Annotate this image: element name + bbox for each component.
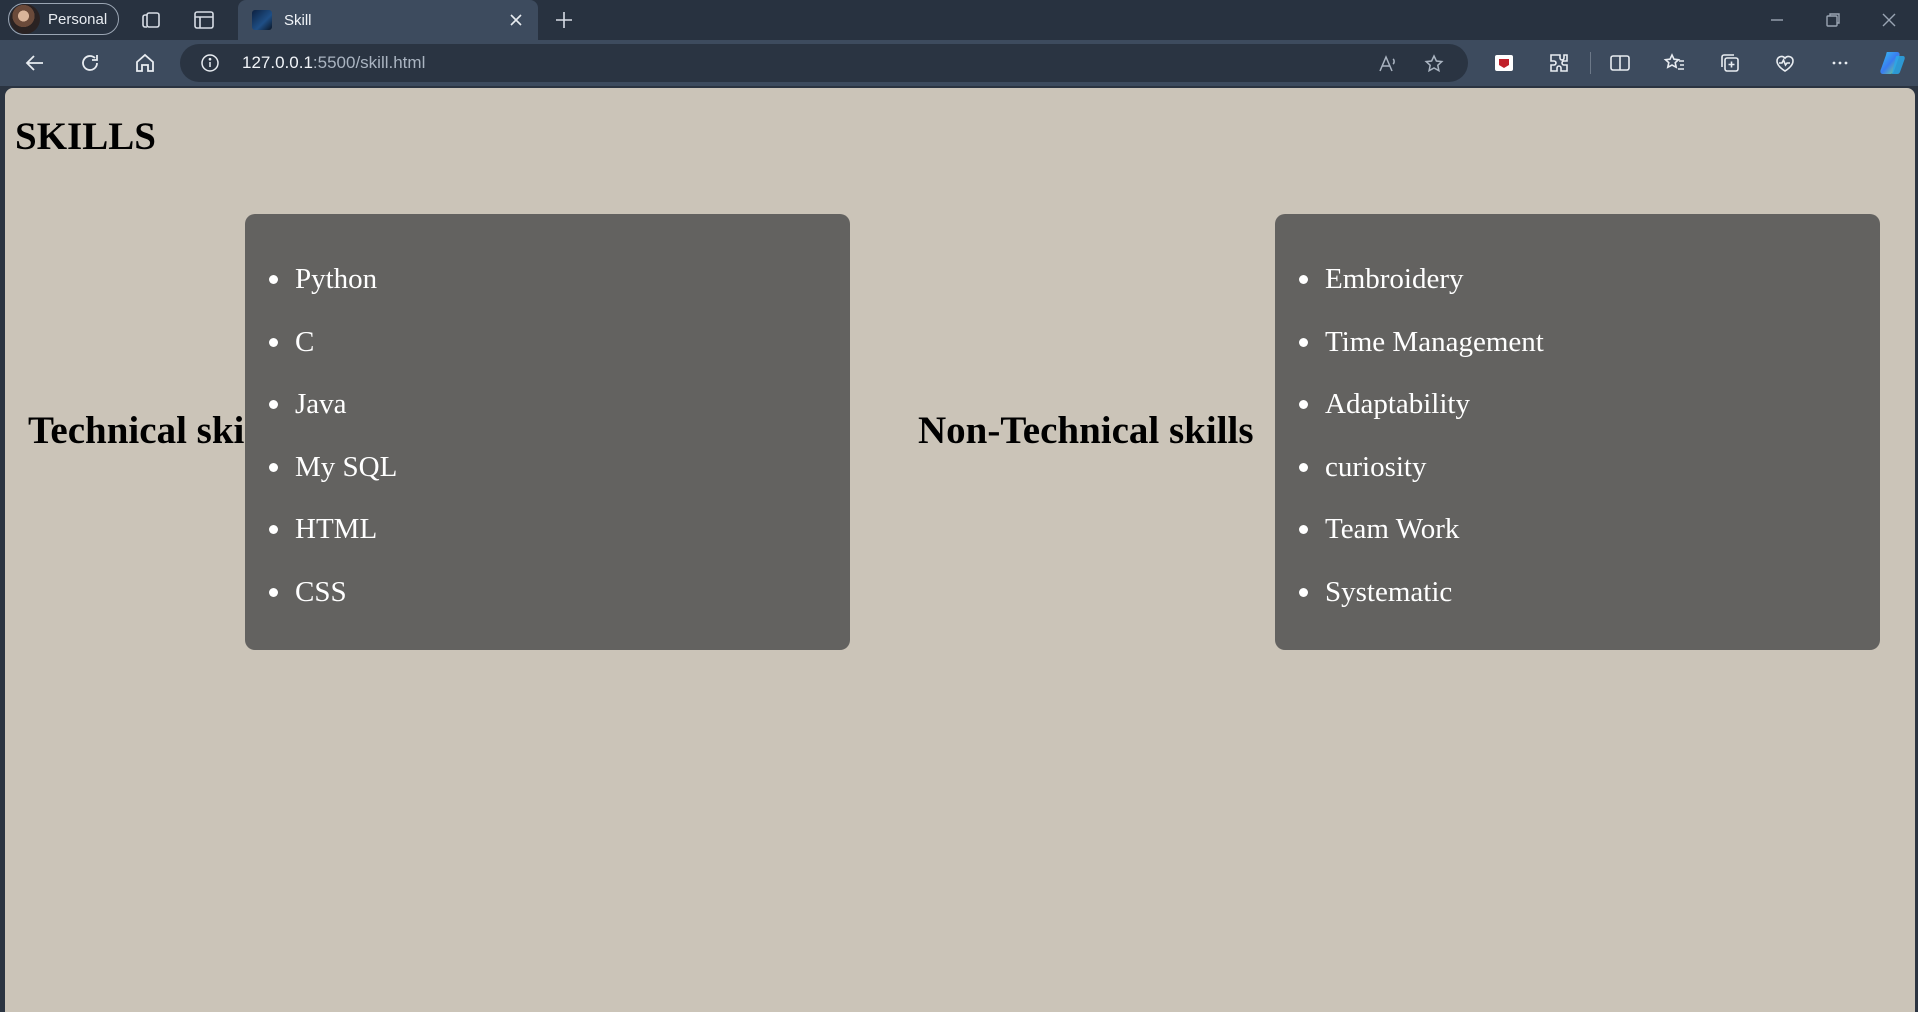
profile-label: Personal — [48, 10, 108, 28]
list-item: My SQL — [269, 436, 850, 499]
tab-title: Skill — [284, 11, 312, 29]
page-content: SKILLS Technical skills Python C Java My… — [5, 88, 1915, 1012]
url-host: 127.0.0.1 — [242, 53, 313, 72]
copilot-icon[interactable] — [1878, 48, 1908, 78]
list-item: Team Work — [1299, 498, 1880, 561]
refresh-icon[interactable] — [78, 51, 102, 75]
url-text[interactable]: 127.0.0.1:5500/skill.html — [242, 44, 425, 82]
back-icon[interactable] — [23, 51, 47, 75]
home-icon[interactable] — [133, 51, 157, 75]
list-item: Time Management — [1299, 311, 1880, 374]
vertical-tabs-icon[interactable] — [192, 8, 216, 32]
extension-shield-icon[interactable] — [1492, 51, 1516, 75]
read-aloud-icon[interactable] — [1377, 53, 1399, 75]
browser-essentials-icon[interactable] — [1773, 51, 1797, 75]
non-technical-skills-heading: Non-Technical skills — [918, 409, 1254, 452]
list-item: HTML — [269, 498, 850, 561]
technical-skills-box: Python C Java My SQL HTML CSS — [245, 214, 850, 650]
new-tab-icon[interactable] — [552, 8, 576, 32]
more-options-icon[interactable] — [1828, 51, 1852, 75]
close-tab-icon[interactable] — [506, 10, 526, 30]
profile-button[interactable]: Personal — [8, 3, 119, 35]
favorites-icon[interactable] — [1663, 51, 1687, 75]
restore-icon[interactable] — [1821, 8, 1845, 32]
toolbar-divider — [1590, 52, 1591, 74]
avatar — [10, 4, 40, 34]
technical-skills-list: Python C Java My SQL HTML CSS — [245, 214, 850, 623]
address-bar[interactable]: 127.0.0.1:5500/skill.html — [180, 44, 1468, 82]
non-technical-skills-box: Embroidery Time Management Adaptability … — [1275, 214, 1880, 650]
extensions-icon[interactable] — [1547, 51, 1571, 75]
non-technical-skills-list: Embroidery Time Management Adaptability … — [1275, 214, 1880, 623]
close-window-icon[interactable] — [1877, 8, 1901, 32]
minimize-icon[interactable] — [1765, 8, 1789, 32]
technical-skills-heading: Technical skills — [28, 409, 282, 452]
list-item: Systematic — [1299, 561, 1880, 624]
list-item: C — [269, 311, 850, 374]
split-screen-icon[interactable] — [1608, 51, 1632, 75]
list-item: Adaptability — [1299, 373, 1880, 436]
page-title: SKILLS — [15, 115, 156, 158]
list-item: Python — [269, 248, 850, 311]
list-item: CSS — [269, 561, 850, 624]
tab-strip: Personal Skill — [0, 0, 1918, 40]
url-path: :5500/skill.html — [312, 53, 426, 72]
navigation-bar: 127.0.0.1:5500/skill.html — [0, 40, 1918, 86]
list-item: curiosity — [1299, 436, 1880, 499]
tab-favicon-icon — [252, 10, 272, 30]
workspaces-icon[interactable] — [139, 8, 163, 32]
list-item: Embroidery — [1299, 248, 1880, 311]
collections-icon[interactable] — [1718, 51, 1742, 75]
site-info-icon[interactable] — [200, 53, 220, 73]
favorite-star-icon[interactable] — [1423, 53, 1445, 75]
list-item: Java — [269, 373, 850, 436]
tab-skill[interactable]: Skill — [238, 0, 538, 40]
